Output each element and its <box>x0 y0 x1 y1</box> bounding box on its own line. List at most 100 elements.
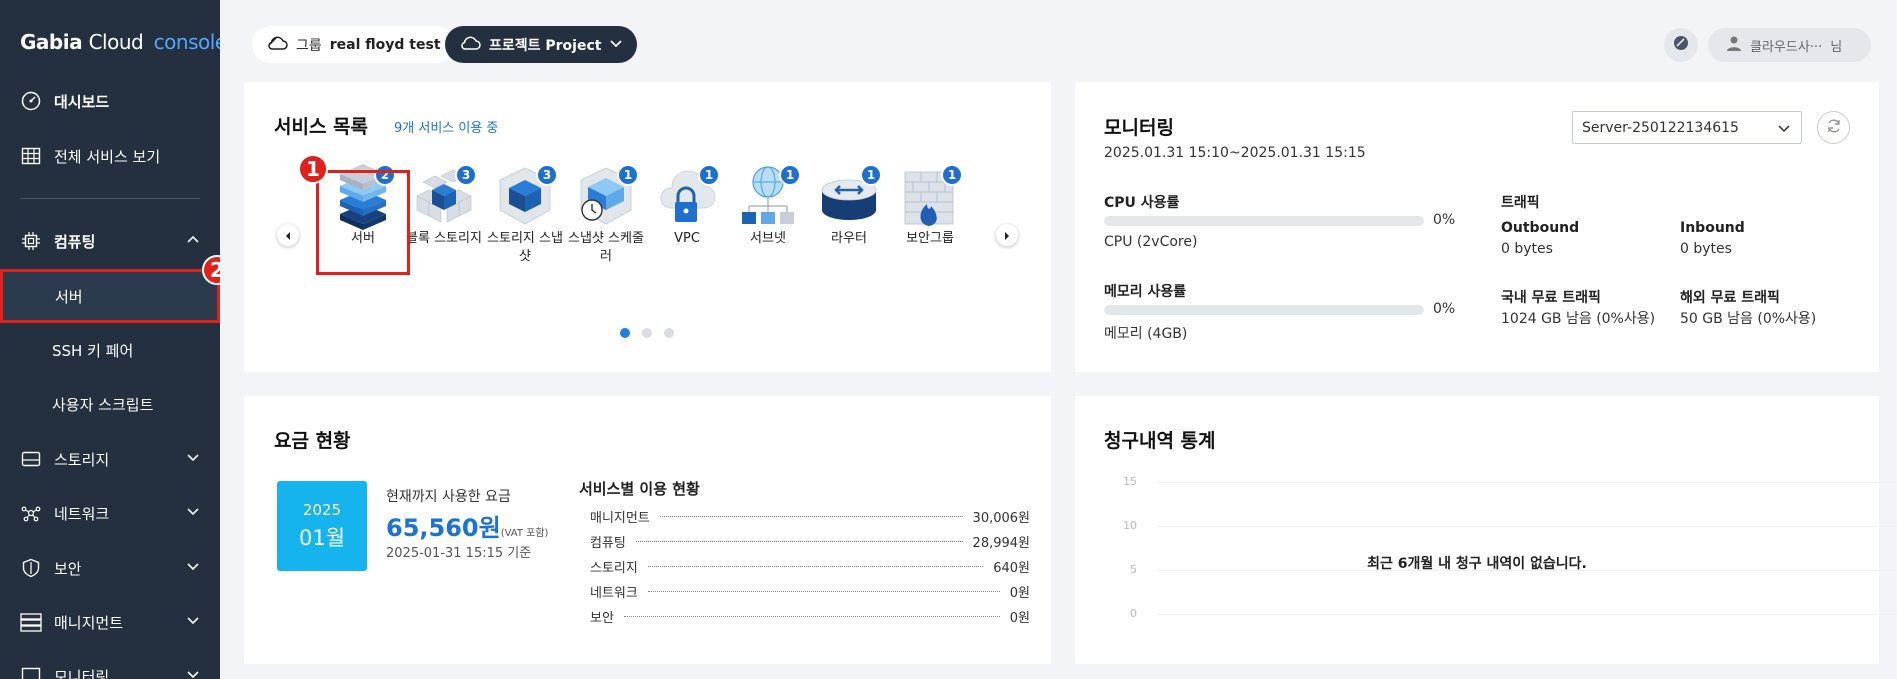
pagination-dot[interactable] <box>642 328 652 338</box>
firewall-icon <box>899 171 961 234</box>
gridline <box>1157 482 1897 483</box>
sidebar-item-monitoring[interactable]: 모니터링 <box>0 649 220 679</box>
cpu-spec: CPU (2vCore) <box>1104 234 1198 250</box>
gridline <box>1157 526 1897 527</box>
service-security-group[interactable]: 1 보안그룹 <box>890 162 970 248</box>
sidebar-subitem-server[interactable]: 서버 <box>0 269 220 323</box>
router-icon <box>818 179 880 234</box>
refresh-icon <box>1826 118 1842 138</box>
fee-row-name: 네트워크 <box>590 585 638 601</box>
service-next-button[interactable] <box>996 224 1018 246</box>
service-subnet[interactable]: 1 서브넷 <box>728 162 808 248</box>
storage-snapshot-icon <box>494 167 556 234</box>
sidebar-item-network[interactable]: 네트워크 <box>0 486 220 540</box>
sidebar: Gabia Cloud console 대시보드 전체 서비스 보기 컴퓨팅 서… <box>0 0 220 679</box>
pagination-dot[interactable] <box>620 328 630 338</box>
sidebar-item-dashboard[interactable]: 대시보드 <box>0 74 220 128</box>
sidebar-item-label: 네트워크 <box>54 504 110 523</box>
invoice-stats-title: 청구내역 통계 <box>1104 430 1216 452</box>
chevron-down-icon <box>609 36 623 54</box>
monitoring-range: 2025.01.31 15:10~2025.01.31 15:15 <box>1104 145 1366 161</box>
fee-row: 컴퓨팅 28,994원 <box>590 531 1030 551</box>
service-storage-snapshot[interactable]: 3 스토리지 스냅샷 <box>485 162 565 266</box>
chevron-down-icon <box>1777 121 1791 139</box>
sidebar-item-label: 스토리지 <box>54 450 110 469</box>
user-avatar-icon <box>1726 35 1742 55</box>
server-select[interactable]: Server-250122134615 <box>1572 111 1802 144</box>
overseas-traffic-label: 해외 무료 트래픽 <box>1680 290 1780 306</box>
refresh-button[interactable] <box>1817 111 1850 144</box>
fee-row-name: 스토리지 <box>590 560 638 576</box>
block-storage-cubes-icon <box>413 169 475 234</box>
user-menu[interactable]: 클라우드사··· 님 <box>1708 28 1871 62</box>
billing-title: 요금 현황 <box>274 430 351 452</box>
sidebar-subitem-ssh-keypair[interactable]: SSH 키 페어 <box>0 323 220 377</box>
memory-label: 메모리 사용률 <box>1104 284 1187 300</box>
billing-card: 요금 현황 2025 01월 현재까지 사용한 요금 65,560원(VAT 포… <box>244 396 1051 664</box>
sidebar-item-all-services[interactable]: 전체 서비스 보기 <box>0 129 220 183</box>
service-prev-button[interactable] <box>277 224 299 246</box>
fee-row: 보안 0원 <box>590 606 1030 626</box>
pagination-dot[interactable] <box>664 328 674 338</box>
fee-row: 스토리지 640원 <box>590 556 1030 576</box>
memory-percent: 0% <box>1433 301 1456 317</box>
service-count-badge: 1 <box>698 164 720 186</box>
service-list-card: 서비스 목록 9개 서비스 이용 중 2 서버 3 블록 스토리지 3 스토리지… <box>244 82 1051 372</box>
server-rack-icon <box>20 611 42 633</box>
traffic-label: 트래픽 <box>1501 195 1540 211</box>
billing-as-of: 2025-01-31 15:15 기준 <box>386 546 532 561</box>
sidebar-subitem-label: SSH 키 페어 <box>52 341 134 360</box>
sidebar-item-storage[interactable]: 스토리지 <box>0 432 220 486</box>
group-selector[interactable]: 그룹 real floyd test <box>252 26 455 63</box>
chevron-down-icon <box>186 504 200 522</box>
service-count-badge: 1 <box>941 164 963 186</box>
chat-button[interactable] <box>1664 28 1698 62</box>
sidebar-item-label: 대시보드 <box>54 92 110 111</box>
fee-row-name: 보안 <box>590 610 614 626</box>
outbound-value: 0 bytes <box>1501 241 1553 257</box>
monitor-icon <box>20 665 42 679</box>
fee-row-value: 0원 <box>1009 585 1030 601</box>
highlight-box <box>316 170 410 275</box>
group-cloud-icon <box>266 34 288 56</box>
y-tick-label: 15 <box>1123 475 1137 488</box>
sidebar-item-label: 매니지먼트 <box>54 613 124 632</box>
service-count[interactable]: 9개 서비스 이용 중 <box>394 117 498 136</box>
sidebar-item-computing[interactable]: 컴퓨팅 <box>0 214 220 268</box>
service-count-badge: 3 <box>455 164 477 186</box>
sidebar-item-label: 전체 서비스 보기 <box>54 147 161 166</box>
fee-row-value: 28,994원 <box>972 535 1030 551</box>
chevron-down-icon <box>186 667 200 679</box>
network-nodes-icon <box>20 502 42 524</box>
sidebar-item-management[interactable]: 매니지먼트 <box>0 595 220 649</box>
service-count-badge: 3 <box>536 164 558 186</box>
group-label: 그룹 <box>296 37 322 54</box>
sidebar-subitem-label: 사용자 스크립트 <box>52 395 154 414</box>
inbound-label: Inbound <box>1680 220 1745 236</box>
memory-spec: 메모리 (4GB) <box>1104 326 1188 342</box>
service-count-badge: 1 <box>779 164 801 186</box>
domestic-traffic-value: 1024 GB 남음 (0%사용) <box>1501 311 1656 327</box>
app-logo[interactable]: Gabia Cloud console <box>20 30 220 54</box>
grid-icon <box>20 145 42 167</box>
chevron-up-icon <box>186 232 200 250</box>
sidebar-item-security[interactable]: 보안 <box>0 541 220 595</box>
project-value: 프로젝트 Project <box>489 37 602 54</box>
sidebar-subitem-user-script[interactable]: 사용자 스크립트 <box>0 377 220 431</box>
cpu-label: CPU 사용률 <box>1104 195 1180 211</box>
invoice-stats-card: 청구내역 통계 15 10 5 0 최근 6개월 내 청구 내역이 없습니다. <box>1075 396 1897 664</box>
service-vpc[interactable]: 1 VPC <box>647 162 727 248</box>
service-label: 스냅샷 스케줄러 <box>568 231 644 264</box>
service-count-badge: 1 <box>860 164 882 186</box>
chat-bubble-icon <box>1672 34 1690 56</box>
dotted-leader <box>635 540 963 542</box>
gridline <box>1157 614 1897 615</box>
service-snapshot-scheduler[interactable]: 1 스냅샷 스케줄러 <box>566 162 646 266</box>
chevron-down-icon <box>186 450 200 468</box>
service-router[interactable]: 1 라우터 <box>809 162 889 248</box>
callout-1-marker: 1 <box>298 154 328 184</box>
project-selector[interactable]: 프로젝트 Project <box>445 26 638 63</box>
used-fee-amount: 65,560원(VAT 포함) <box>386 514 549 542</box>
sidebar-item-label: 모니터링 <box>54 667 110 679</box>
service-block-storage[interactable]: 3 블록 스토리지 <box>404 162 484 248</box>
